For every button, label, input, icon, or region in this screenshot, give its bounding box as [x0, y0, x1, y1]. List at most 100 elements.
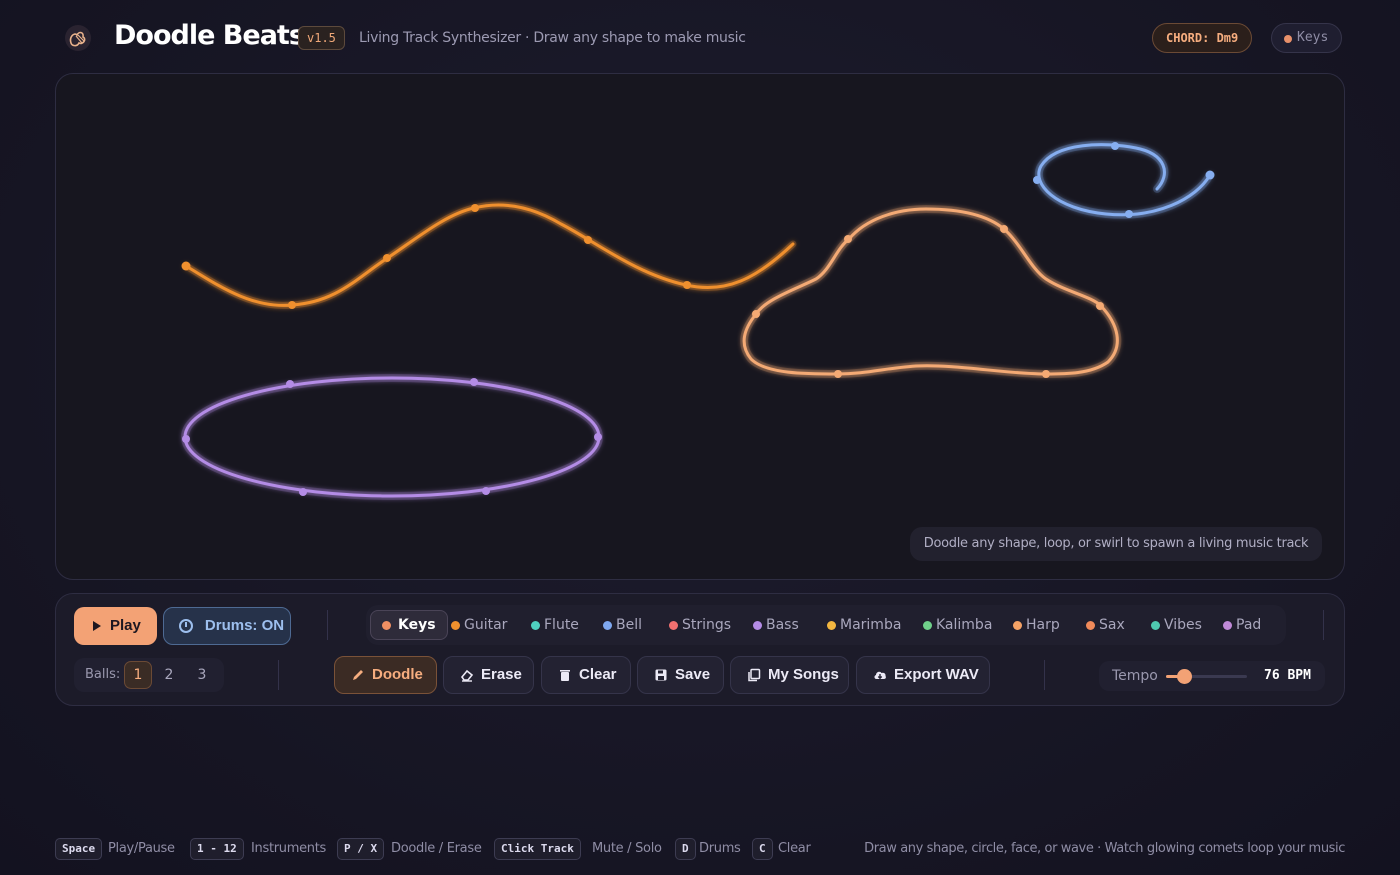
tempo-slider-thumb[interactable] [1177, 669, 1193, 684]
clear-label: Clear [579, 666, 617, 683]
instrument-color-dot [531, 621, 540, 630]
current-instrument-badge: Keys [1271, 23, 1343, 53]
instrument-pad[interactable]: Pad [1218, 610, 1261, 640]
ball-option-2[interactable]: 2 [155, 661, 183, 689]
instrument-color-dot [1151, 621, 1160, 630]
pencil-icon [353, 670, 363, 680]
instrument-label: Flute [544, 617, 579, 633]
erase-button[interactable]: Erase [443, 656, 534, 694]
export-wav-label: Export WAV [894, 666, 979, 683]
instrument-color-dot [753, 621, 762, 630]
play-icon [93, 621, 101, 631]
instrument-label: Pad [1236, 617, 1262, 633]
instrument-bell[interactable]: Bell [598, 610, 642, 640]
current-instrument-label: Keys [1297, 30, 1329, 45]
drum-clock-icon [179, 619, 193, 633]
my-songs-label: My Songs [768, 666, 839, 683]
doodle-button[interactable]: Doodle [334, 656, 437, 694]
instrument-color-dot [1086, 621, 1095, 630]
play-label: Play [110, 617, 141, 634]
instrument-label: Bass [766, 617, 799, 633]
divider [327, 610, 328, 640]
instrument-label: Marimba [840, 617, 902, 633]
save-label: Save [675, 666, 711, 683]
shortcut-key: 1 - 12 [190, 838, 244, 860]
cloud-download-icon [874, 671, 886, 680]
chord-badge: CHORD: Dm9 [1152, 23, 1253, 53]
instrument-selector: Keys Guitar Flute Bell Strings Bass Marimba Kal… [366, 605, 1286, 645]
app-subtitle: Living Track Synthesizer · Draw any shap… [359, 30, 746, 46]
ball-option-3[interactable]: 3 [188, 661, 216, 689]
tracks-layer [181, 140, 1215, 500]
footer-note: Draw any shape, circle, face, or wave · … [864, 841, 1345, 856]
track-bell-spiral[interactable] [1033, 140, 1215, 219]
app-header: Doodle Beats v1.5 Living Track Synthesiz… [55, 18, 1345, 60]
instrument-guitar[interactable]: Guitar [446, 610, 507, 640]
tempo-slider[interactable] [1166, 669, 1247, 684]
my-songs-button[interactable]: My Songs [730, 656, 849, 694]
shortcut-key: Space [55, 838, 103, 860]
clear-button[interactable]: Clear [541, 656, 631, 694]
guitar-logo-icon [65, 25, 91, 51]
shortcut-label: Play/Pause [108, 841, 175, 856]
instrument-label: Guitar [464, 617, 508, 633]
tempo-control: Tempo 76 BPM [1099, 661, 1325, 691]
instrument-bass[interactable]: Bass [748, 610, 799, 640]
shortcut-key: C [752, 838, 773, 860]
instrument-color-dot [669, 621, 678, 630]
divider [278, 660, 279, 690]
doodle-label: Doodle [372, 666, 423, 683]
eraser-icon [461, 669, 474, 682]
instrument-color-dot [382, 621, 391, 630]
track-bass-ellipse[interactable] [181, 374, 603, 500]
instrument-color-dot [1013, 621, 1022, 630]
instrument-color-dot [1223, 621, 1232, 630]
footer-shortcuts: Space Play/Pause 1 - 12 Instruments P / … [55, 838, 1345, 862]
shortcut-key: Click Track [494, 838, 581, 860]
instrument-label: Harp [1026, 617, 1060, 633]
erase-label: Erase [481, 666, 522, 683]
canvas-hint: Doodle any shape, loop, or swirl to spaw… [910, 527, 1322, 561]
shortcut-key: P / X [337, 838, 385, 860]
instrument-marimba[interactable]: Marimba [822, 610, 901, 640]
instrument-label: Strings [682, 617, 732, 633]
shortcut-label: Doodle / Erase [391, 841, 482, 856]
instrument-keys[interactable]: Keys [370, 610, 448, 640]
app-title: Doodle Beats [114, 20, 305, 51]
track-harp-cloud[interactable] [740, 204, 1122, 379]
tempo-label: Tempo [1112, 668, 1158, 684]
instrument-label: Kalimba [936, 617, 993, 633]
tempo-value: 76 BPM [1264, 668, 1311, 683]
trash-icon [560, 670, 570, 681]
shortcut-label: Mute / Solo [592, 841, 662, 856]
balls-selector: Balls: 1 2 3 [74, 658, 224, 692]
instrument-flute[interactable]: Flute [526, 610, 579, 640]
library-icon [748, 668, 761, 682]
divider [1044, 660, 1045, 690]
version-badge: v1.5 [298, 26, 345, 50]
instrument-color-dot [603, 621, 612, 630]
instrument-label: Sax [1099, 617, 1125, 633]
save-button[interactable]: Save [637, 656, 724, 694]
ball-option-1[interactable]: 1 [124, 661, 152, 689]
instrument-strings[interactable]: Strings [664, 610, 731, 640]
balls-label: Balls: [85, 667, 121, 682]
instrument-label: Vibes [1164, 617, 1202, 633]
instrument-label: Keys [398, 617, 436, 633]
drawing-canvas[interactable]: Doodle any shape, loop, or swirl to spaw… [55, 73, 1345, 580]
instrument-color-dot [451, 621, 460, 630]
track-guitar-wave[interactable] [181, 201, 797, 309]
drums-toggle-button[interactable]: Drums: ON [163, 607, 291, 645]
drums-label: Drums: ON [204, 617, 285, 634]
floppy-save-icon [655, 669, 667, 681]
instrument-harp[interactable]: Harp [1008, 610, 1060, 640]
instrument-label: Bell [616, 617, 642, 633]
play-button[interactable]: Play [74, 607, 157, 645]
shortcut-label: Clear [778, 841, 811, 856]
instrument-kalimba[interactable]: Kalimba [918, 610, 992, 640]
shortcut-key: D [675, 838, 696, 860]
instrument-color-dot [1284, 35, 1292, 43]
instrument-sax[interactable]: Sax [1081, 610, 1125, 640]
export-wav-button[interactable]: Export WAV [856, 656, 990, 694]
instrument-vibes[interactable]: Vibes [1146, 610, 1202, 640]
